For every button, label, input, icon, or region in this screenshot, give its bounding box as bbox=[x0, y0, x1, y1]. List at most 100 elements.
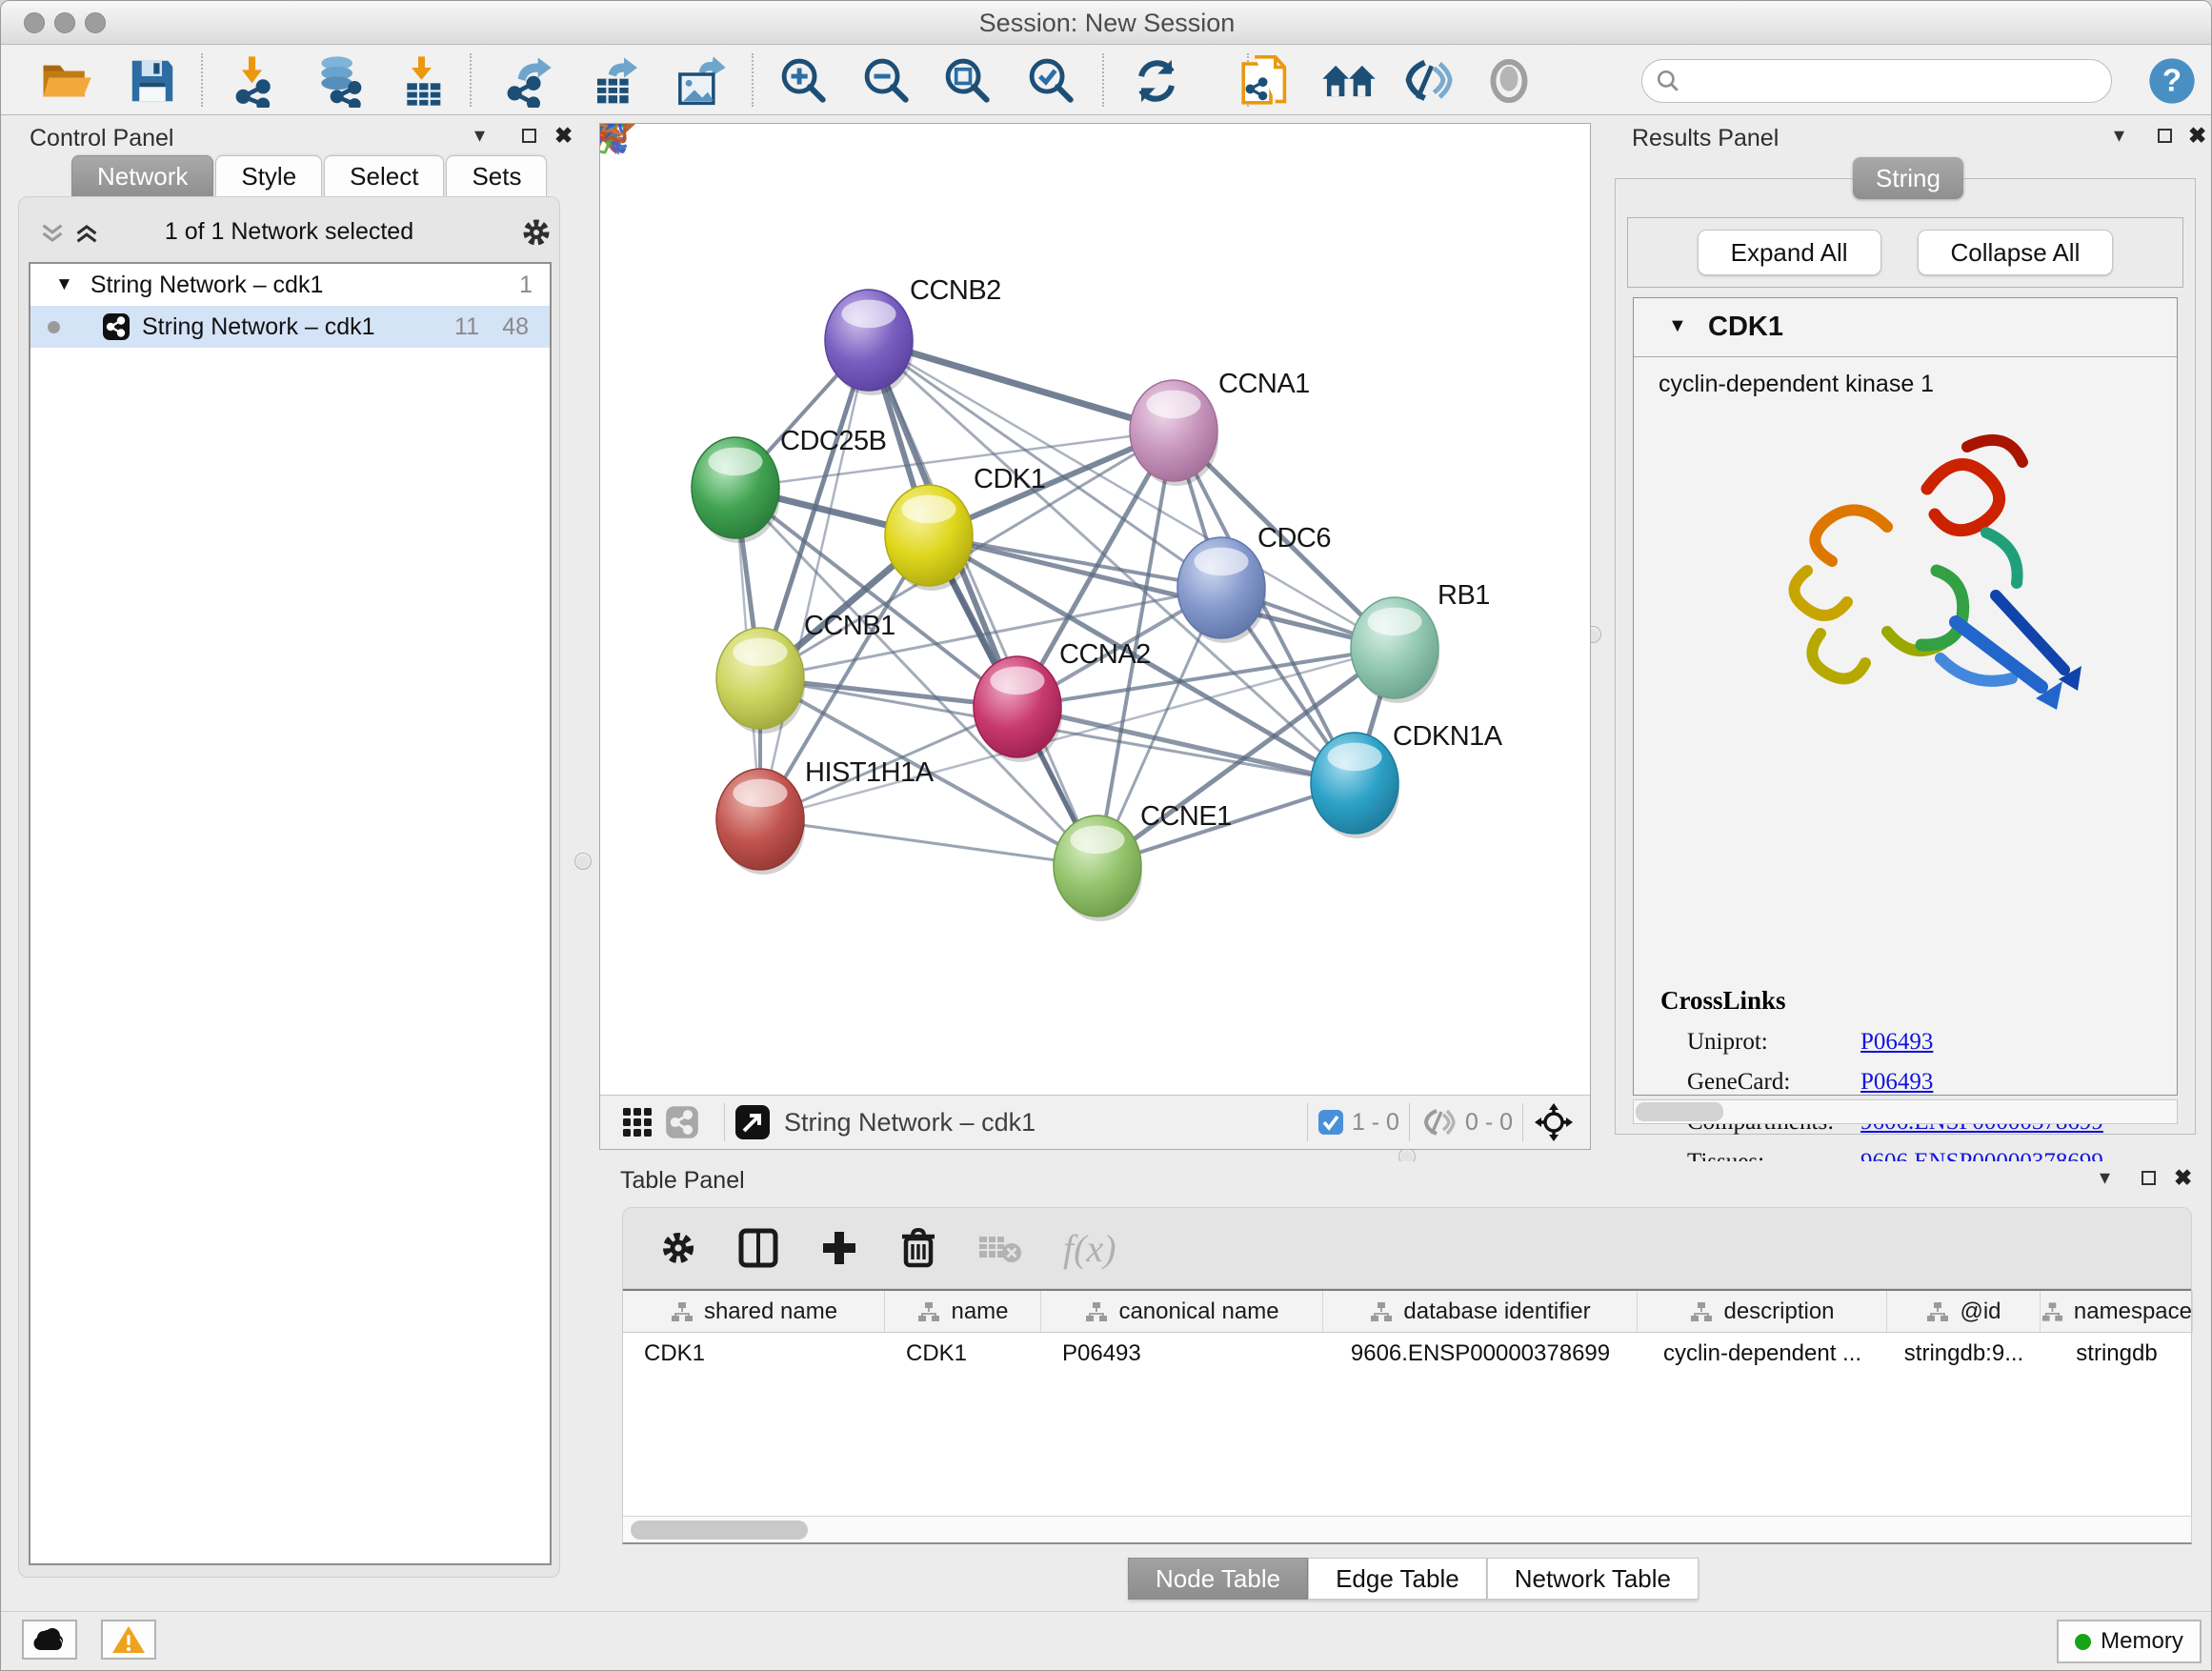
column-header-label: shared name bbox=[704, 1299, 837, 1325]
table-cell[interactable]: CDK1 bbox=[623, 1333, 885, 1375]
eye-button[interactable] bbox=[1479, 53, 1538, 109]
control-panel-collapse-icon[interactable]: ▾ bbox=[474, 123, 485, 148]
table-row[interactable]: CDK1CDK1P064939606.ENSP00000378699cyclin… bbox=[623, 1333, 2191, 1375]
network-options-gear-icon[interactable] bbox=[520, 216, 553, 249]
zoom-fit-icon bbox=[942, 55, 994, 107]
node-result-header[interactable]: ▼ CDK1 bbox=[1634, 298, 2177, 357]
table-settings-gear-icon[interactable] bbox=[659, 1229, 697, 1267]
delete-table-icon[interactable] bbox=[977, 1232, 1023, 1264]
crosslink-value-link[interactable]: P06493 bbox=[1860, 1029, 1933, 1056]
network-edge-CCNA2-CDKN1A[interactable] bbox=[1017, 707, 1355, 783]
collapse-all-button[interactable]: Collapse All bbox=[1918, 230, 2114, 275]
export-image-button[interactable] bbox=[672, 53, 731, 109]
network-node-CCNB1[interactable] bbox=[716, 628, 805, 734]
import-table-button[interactable] bbox=[395, 53, 454, 109]
results-hscrollbar[interactable] bbox=[1633, 1099, 2178, 1124]
control-panel-float-icon[interactable] bbox=[522, 129, 536, 143]
show-columns-icon[interactable] bbox=[737, 1227, 779, 1269]
control-panel-title: Control Panel bbox=[30, 125, 173, 152]
column-header-canonical-name[interactable]: canonical name bbox=[1041, 1291, 1323, 1332]
network-canvas[interactable]: CCNB2CCNA1CDC25BCDK1CDC6RB1CCNB1CCNA2CDK… bbox=[600, 124, 1590, 1095]
tab-node-table[interactable]: Node Table bbox=[1128, 1558, 1308, 1600]
table-hscrollbar[interactable] bbox=[622, 1516, 2192, 1544]
selected-checkbox-icon[interactable] bbox=[1317, 1109, 1344, 1136]
network-row[interactable]: String Network – cdk1 11 48 bbox=[30, 306, 550, 348]
memory-button[interactable]: Memory bbox=[2057, 1620, 2202, 1663]
tab-select[interactable]: Select bbox=[324, 155, 444, 197]
search-input[interactable] bbox=[1680, 67, 2081, 95]
hidden-eye-icon[interactable] bbox=[1419, 1106, 1458, 1138]
zoom-selected-button[interactable] bbox=[1022, 53, 1081, 109]
tab-sets[interactable]: Sets bbox=[446, 155, 547, 197]
node-table: shared name namecanonical namedatabase id… bbox=[622, 1289, 2192, 1516]
clone-network-button[interactable] bbox=[1236, 53, 1295, 109]
hide-graphics-details-button[interactable] bbox=[1398, 53, 1457, 109]
warning-button[interactable] bbox=[101, 1620, 156, 1660]
column-header-shared-name[interactable]: shared name bbox=[623, 1291, 885, 1332]
table-cell[interactable]: CDK1 bbox=[885, 1333, 1041, 1375]
tab-network[interactable]: Network bbox=[71, 155, 213, 197]
table-cell[interactable]: P06493 bbox=[1041, 1333, 1323, 1375]
results-hscrollbar-thumb[interactable] bbox=[1636, 1102, 1723, 1121]
open-in-window-icon[interactable] bbox=[734, 1104, 771, 1140]
column-header--id[interactable]: @id bbox=[1887, 1291, 2041, 1332]
show-home-button[interactable] bbox=[1319, 53, 1378, 109]
crosslink-value-link[interactable]: P06493 bbox=[1860, 1069, 1933, 1096]
hidden-node-edge-counts: 0 - 0 bbox=[1465, 1109, 1513, 1137]
table-hscrollbar-thumb[interactable] bbox=[631, 1520, 808, 1540]
expand-all-button[interactable]: Expand All bbox=[1698, 230, 1881, 275]
grid-view-icon[interactable] bbox=[621, 1106, 654, 1138]
network-node-CCNB2[interactable] bbox=[600, 124, 914, 395]
network-node-CDC25B[interactable] bbox=[600, 124, 780, 543]
help-button[interactable]: ? bbox=[2142, 53, 2202, 109]
column-header-description[interactable]: description bbox=[1638, 1291, 1887, 1332]
results-panel-float-icon[interactable] bbox=[2158, 129, 2172, 143]
table-cell[interactable]: stringdb bbox=[2041, 1333, 2193, 1375]
current-network-dot-icon bbox=[48, 321, 60, 333]
refresh-view-button[interactable] bbox=[1127, 53, 1186, 109]
entry-name: CDK1 bbox=[1708, 312, 1783, 343]
tab-style[interactable]: Style bbox=[215, 155, 322, 197]
function-builder-icon[interactable]: f(x) bbox=[1063, 1226, 1116, 1271]
table-panel-collapse-icon[interactable]: ▾ bbox=[2100, 1165, 2110, 1190]
column-header-database-identifier[interactable]: database identifier bbox=[1323, 1291, 1638, 1332]
control-panel-close-icon[interactable]: ✖ bbox=[554, 123, 573, 149]
column-header-name[interactable]: name bbox=[885, 1291, 1041, 1332]
tab-string[interactable]: String bbox=[1853, 157, 1963, 199]
tab-network-table[interactable]: Network Table bbox=[1487, 1558, 1699, 1600]
attribute-type-icon bbox=[670, 1301, 694, 1322]
table-panel-close-icon[interactable]: ✖ bbox=[2174, 1165, 2192, 1191]
delete-column-icon[interactable] bbox=[899, 1227, 937, 1269]
network-collection-row[interactable]: ▼ String Network – cdk1 1 bbox=[30, 264, 550, 306]
import-network-from-database-button[interactable] bbox=[310, 53, 369, 109]
table-panel-float-icon[interactable] bbox=[2142, 1171, 2156, 1185]
export-table-button[interactable] bbox=[588, 53, 647, 109]
table-cell[interactable]: 9606.ENSP00000378699 bbox=[1323, 1333, 1638, 1375]
table-cell[interactable]: cyclin-dependent ... bbox=[1638, 1333, 1887, 1375]
save-session-button[interactable] bbox=[123, 53, 182, 109]
zoom-fit-button[interactable] bbox=[938, 53, 997, 109]
zoom-in-button[interactable] bbox=[774, 53, 834, 109]
table-cell[interactable]: stringdb:9... bbox=[1887, 1333, 2041, 1375]
import-network-button[interactable] bbox=[226, 53, 285, 109]
column-header-namespace[interactable]: namespace bbox=[2041, 1291, 2193, 1332]
cloud-status-button[interactable] bbox=[22, 1620, 77, 1660]
create-column-icon[interactable] bbox=[819, 1228, 859, 1268]
entry-collapse-icon[interactable]: ▼ bbox=[1668, 315, 1687, 337]
left-splitter-handle[interactable] bbox=[574, 853, 592, 870]
memory-status-icon bbox=[2075, 1634, 2091, 1650]
network-node-RB1[interactable] bbox=[600, 124, 1439, 703]
results-panel-close-icon[interactable]: ✖ bbox=[2188, 123, 2206, 149]
open-session-button[interactable] bbox=[37, 53, 96, 109]
zoom-selected-icon bbox=[1026, 55, 1077, 107]
tab-edge-table[interactable]: Edge Table bbox=[1308, 1558, 1487, 1600]
zoom-out-button[interactable] bbox=[857, 53, 916, 109]
share-network-icon[interactable] bbox=[665, 1105, 699, 1139]
tree-expand-icon[interactable]: ▼ bbox=[55, 274, 73, 295]
export-network-button[interactable] bbox=[504, 53, 563, 109]
results-panel-collapse-icon[interactable]: ▾ bbox=[2114, 123, 2124, 148]
network-edge-CCNB2-CCNA1[interactable] bbox=[869, 340, 1174, 431]
results-panel: Results Panel ▾ ✖ String Expand All Coll… bbox=[1609, 123, 2202, 1150]
network-edge-HIST1H1A-CCNE1[interactable] bbox=[760, 819, 1097, 866]
pan-crosshair-icon[interactable] bbox=[1533, 1101, 1575, 1143]
